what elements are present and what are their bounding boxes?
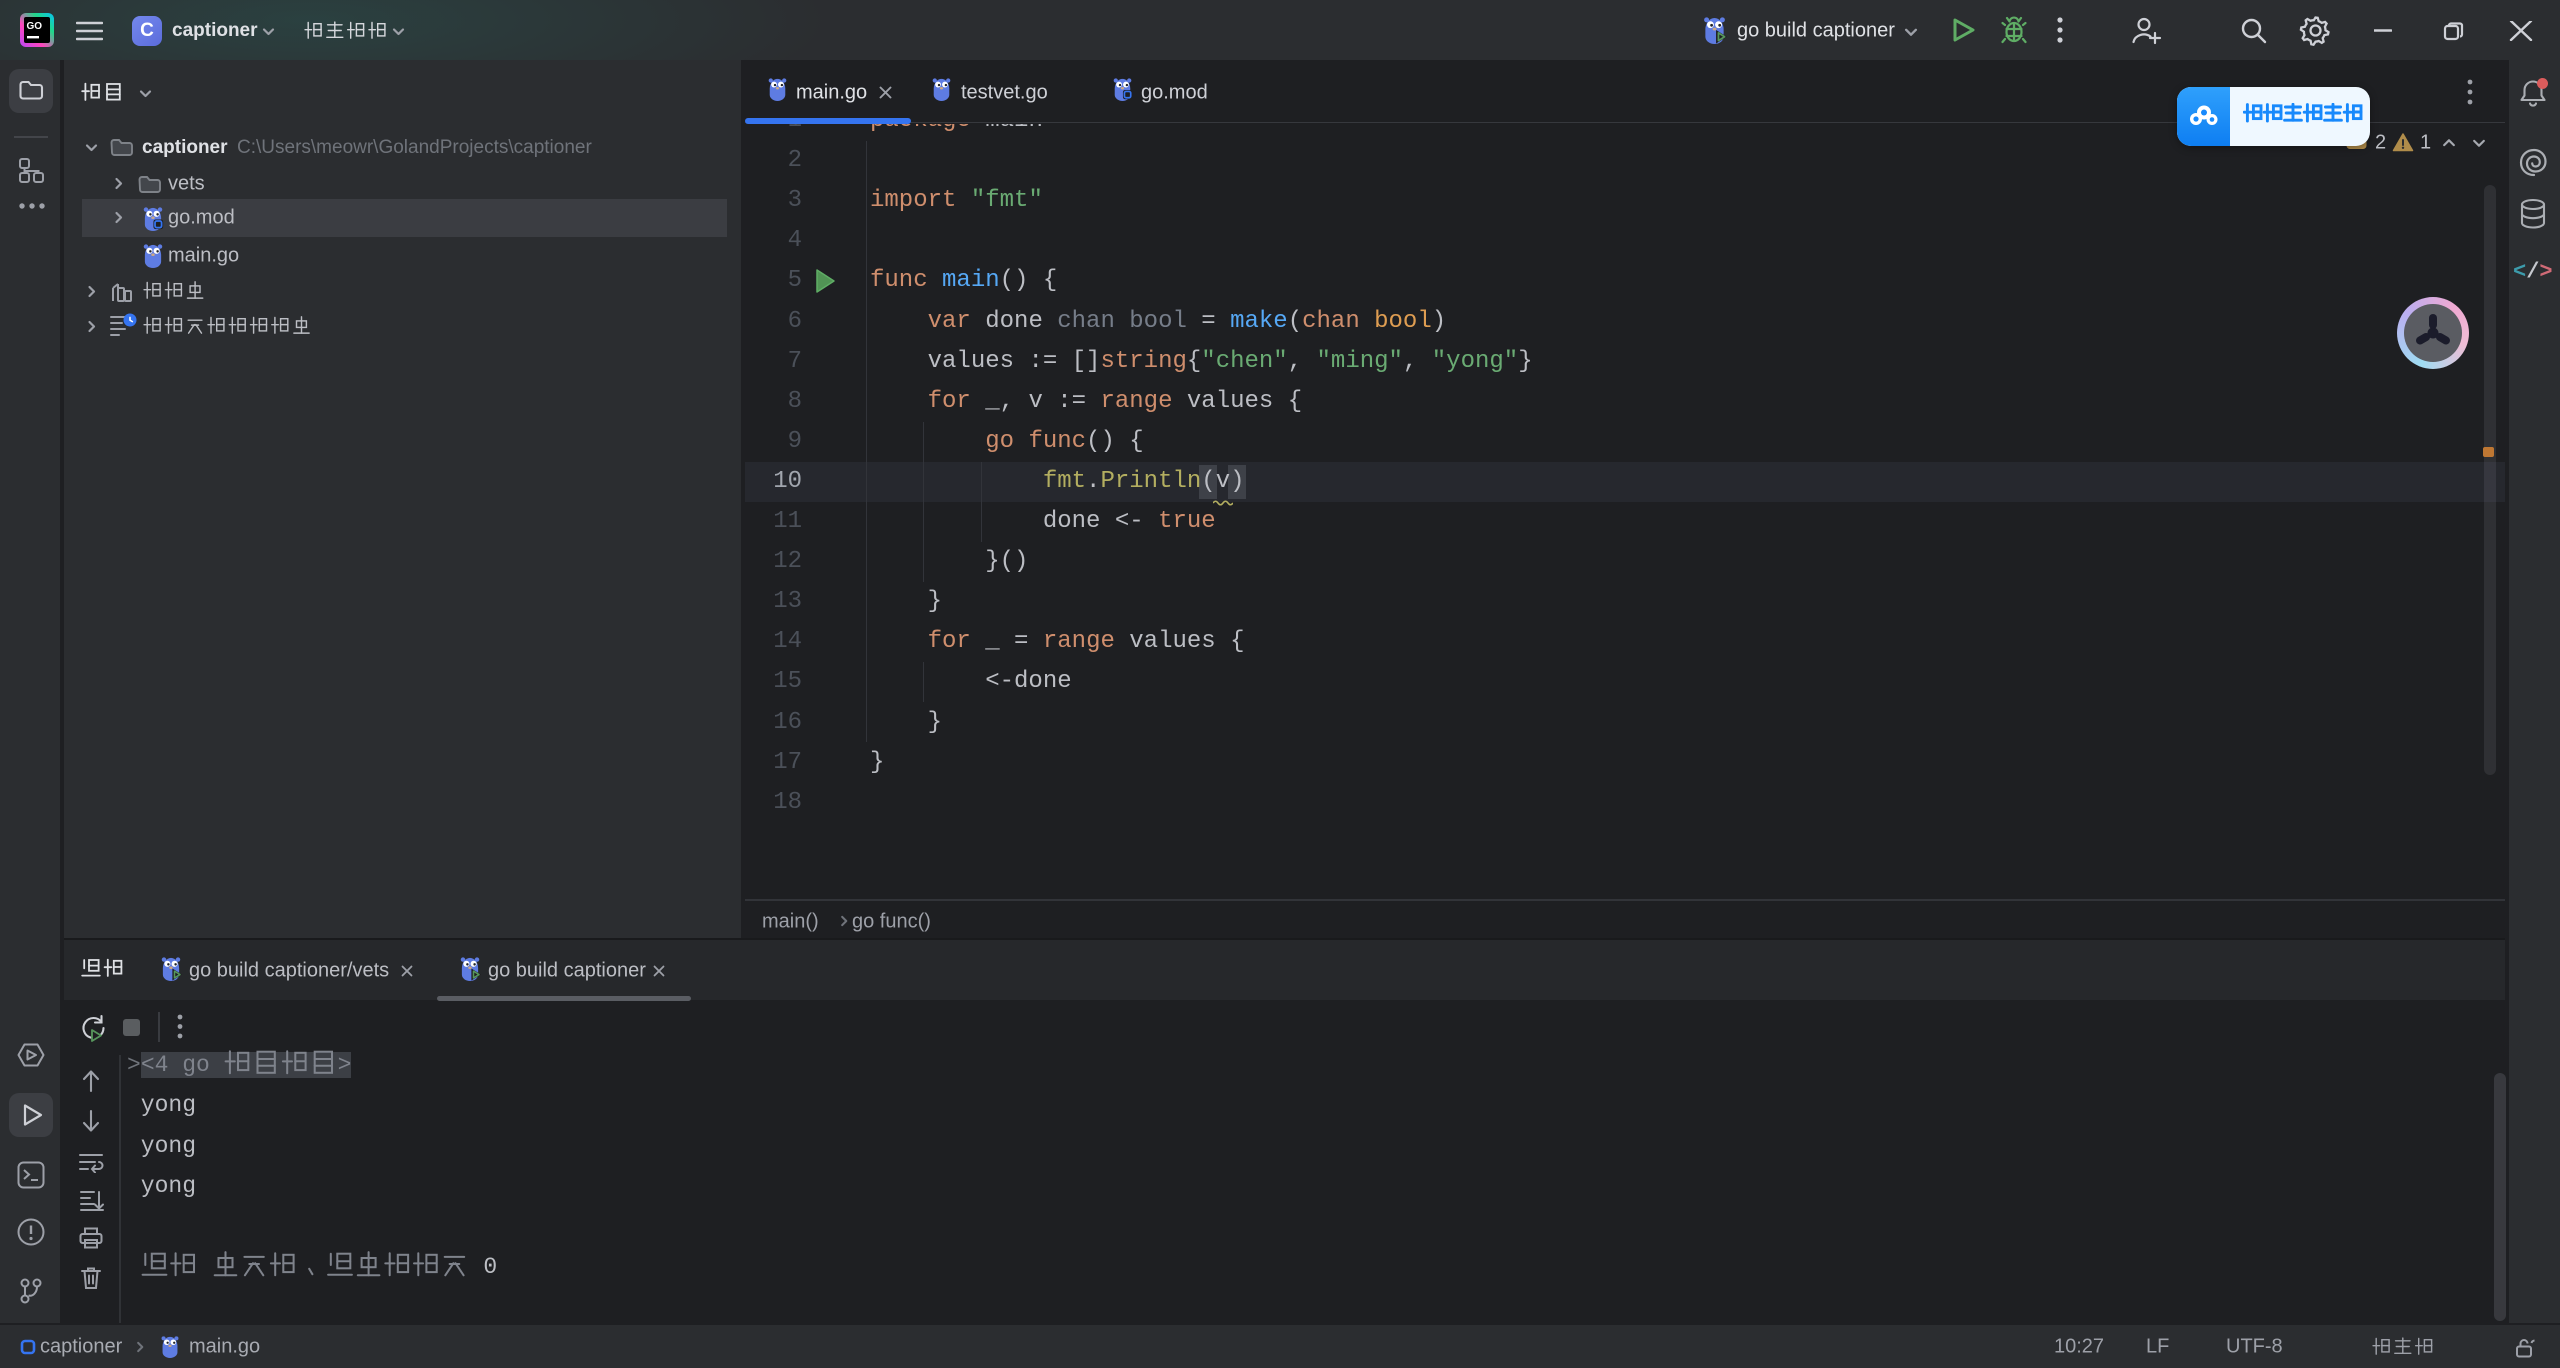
svg-text:GO: GO (27, 21, 43, 32)
